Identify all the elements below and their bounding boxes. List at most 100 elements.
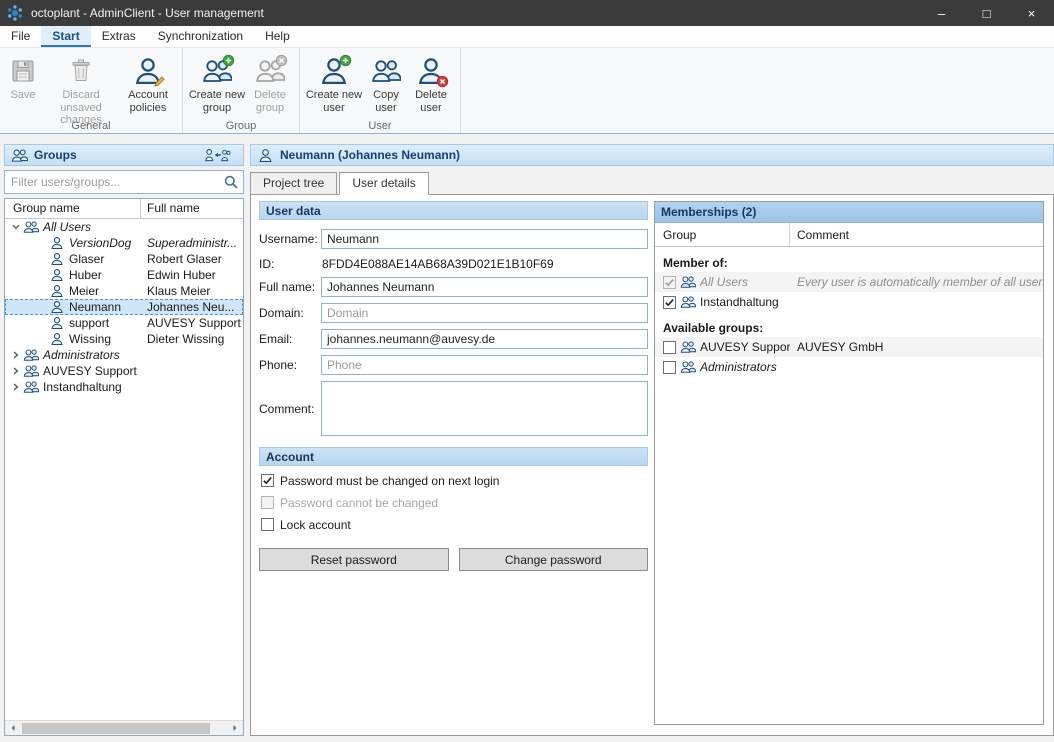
tree-row-neumann[interactable]: Neumann Johannes Neu... <box>5 299 243 315</box>
password-cannot-change-checkbox[interactable] <box>261 496 274 509</box>
groups-panel-header: Groups <box>4 144 244 166</box>
check-gray-icon <box>664 277 675 288</box>
password-must-change-row: Password must be changed on next login <box>261 473 648 488</box>
horizontal-scrollbar[interactable] <box>5 720 243 735</box>
tree-row-versiondog[interactable]: VersionDog Superadministr... <box>5 235 243 251</box>
discard-unsaved-changes-button[interactable]: Discard unsaved changes <box>42 51 120 127</box>
column-header-comment[interactable]: Comment <box>790 228 1043 242</box>
member-of-label: Member of: <box>655 247 1043 272</box>
menu-file[interactable]: File <box>0 26 41 47</box>
menu-help[interactable]: Help <box>254 26 301 47</box>
scroll-right-button[interactable] <box>227 721 243 735</box>
plus-badge-icon <box>339 54 352 67</box>
user-details-content: User data Username: ID: 8FDD4E088AE14AB6… <box>250 194 1054 736</box>
ribbon: Save Discard unsaved changes Account pol… <box>0 48 1054 134</box>
selected-user-title: Neumann (Johannes Neumann) <box>280 148 460 162</box>
ribbon-group-general: Save Discard unsaved changes Account pol… <box>0 48 183 133</box>
comment-label: Comment: <box>259 402 321 416</box>
tree-row-support[interactable]: support AUVESY Support <box>5 315 243 331</box>
tree-row-instandhaltung[interactable]: Instandhaltung <box>5 379 243 395</box>
create-new-group-button[interactable]: Create new group <box>187 51 247 114</box>
delete-group-button[interactable]: Delete group <box>247 51 293 114</box>
username-field-row: Username: <box>259 229 648 249</box>
account-section-header: Account <box>259 447 648 466</box>
search-icon[interactable] <box>223 174 239 190</box>
phone-field-row: Phone: <box>259 355 648 375</box>
tree-row-glaser[interactable]: Glaser Robert Glaser <box>5 251 243 267</box>
tree-row-administrators[interactable]: Administrators <box>5 347 243 363</box>
auvesy-support-checkbox[interactable] <box>663 341 676 354</box>
available-row-auvesy-support[interactable]: AUVESY Support AUVESY GmbH <box>655 337 1043 357</box>
password-cannot-change-row: Password cannot be changed <box>261 495 648 510</box>
x-red-badge-icon <box>436 75 449 88</box>
menu-extras[interactable]: Extras <box>91 26 147 47</box>
menu-bar: File Start Extras Synchronization Help <box>0 26 1054 48</box>
column-header-full-name[interactable]: Full name <box>141 199 243 218</box>
domain-input[interactable] <box>321 303 648 323</box>
close-button[interactable]: × <box>1009 0 1054 26</box>
chevron-right-icon[interactable] <box>9 382 23 392</box>
username-input[interactable] <box>321 229 648 249</box>
groups-panel-title: Groups <box>34 148 77 162</box>
lock-account-checkbox[interactable] <box>261 518 274 531</box>
octoplant-logo-icon <box>6 4 24 22</box>
account-policies-button[interactable]: Account policies <box>120 51 176 114</box>
minimize-button[interactable]: – <box>919 0 964 26</box>
user-icon <box>49 252 65 266</box>
group-icon <box>23 348 39 362</box>
phone-input[interactable] <box>321 355 648 375</box>
column-header-group-name[interactable]: Group name <box>5 199 141 218</box>
membership-row-all-users[interactable]: All Users Every user is automatically me… <box>655 272 1043 292</box>
membership-row-instandhaltung[interactable]: Instandhaltung <box>655 292 1043 312</box>
tree-row-auvesy-support[interactable]: AUVESY Support <box>5 363 243 379</box>
tree-row-wissing[interactable]: Wissing Dieter Wissing <box>5 331 243 347</box>
available-row-administrators[interactable]: Administrators <box>655 357 1043 377</box>
all-users-checkbox <box>663 276 676 289</box>
column-header-group[interactable]: Group <box>655 223 790 246</box>
id-field-row: ID: 8FDD4E088AE14AB68A39D021E1B10F69 <box>259 257 648 271</box>
group-icon <box>680 295 696 309</box>
group-icon <box>680 340 696 354</box>
reset-password-button[interactable]: Reset password <box>259 548 449 571</box>
tree-row-meier[interactable]: Meier Klaus Meier <box>5 283 243 299</box>
filter-users-groups-input[interactable] <box>4 170 244 194</box>
menu-synchronization[interactable]: Synchronization <box>147 26 254 47</box>
user-icon <box>49 316 65 330</box>
email-input[interactable] <box>321 329 648 349</box>
tab-user-details[interactable]: User details <box>339 172 428 195</box>
two-users-icon <box>371 56 401 86</box>
domain-field-row: Domain: <box>259 303 648 323</box>
scrollbar-thumb[interactable] <box>22 723 210 734</box>
chevron-right-icon[interactable] <box>9 366 23 376</box>
full-name-input[interactable] <box>321 277 648 297</box>
instandhaltung-checkbox[interactable] <box>663 296 676 309</box>
ribbon-group-user: Create new user Copy user Delete user Us… <box>300 48 461 133</box>
copy-user-button[interactable]: Copy user <box>364 51 408 114</box>
delete-user-button[interactable]: Delete user <box>408 51 454 114</box>
app-window: octoplant - AdminClient - User managemen… <box>0 0 1054 742</box>
chevron-right-icon[interactable] <box>9 350 23 360</box>
domain-label: Domain: <box>259 306 321 320</box>
scroll-left-button[interactable] <box>5 721 21 735</box>
maximize-button[interactable]: □ <box>964 0 1009 26</box>
create-new-user-button[interactable]: Create new user <box>304 51 364 114</box>
tab-project-tree[interactable]: Project tree <box>250 172 337 195</box>
check-icon <box>664 297 675 308</box>
menu-start[interactable]: Start <box>41 26 90 47</box>
administrators-checkbox[interactable] <box>663 361 676 374</box>
change-password-button[interactable]: Change password <box>459 548 649 571</box>
group-icon <box>23 380 39 394</box>
user-icon <box>49 332 65 346</box>
comment-textarea[interactable] <box>321 381 648 436</box>
user-icon <box>49 268 65 282</box>
tree-row-huber[interactable]: Huber Edwin Huber <box>5 267 243 283</box>
password-must-change-checkbox[interactable] <box>261 474 274 487</box>
assign-user-to-group-icon[interactable] <box>205 148 231 163</box>
chevron-down-icon[interactable] <box>9 222 23 232</box>
pencil-icon <box>153 75 166 88</box>
group-icon <box>11 148 28 163</box>
memberships-header: Memberships (2) <box>655 202 1043 223</box>
save-button[interactable]: Save <box>4 51 42 102</box>
memberships-panel: Memberships (2) Group Comment Member of:… <box>654 201 1044 725</box>
tree-row-all-users[interactable]: All Users <box>5 219 243 235</box>
